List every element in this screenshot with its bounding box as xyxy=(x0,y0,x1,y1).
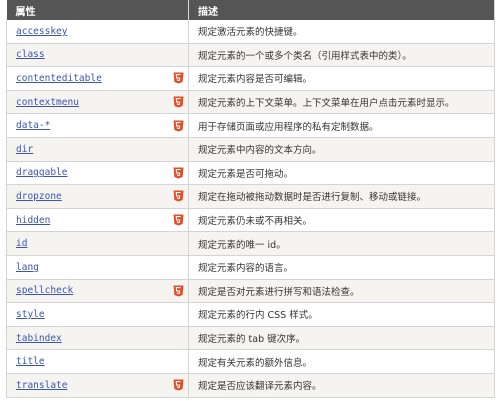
header-row: 属性 描述 xyxy=(6,0,495,20)
table-row: style 规定元素的行内 CSS 样式。 xyxy=(6,302,495,327)
description-cell: 规定有关元素的额外信息。 xyxy=(188,349,495,374)
attribute-link[interactable]: id xyxy=(16,238,27,249)
table-body: accesskey 规定激活元素的快捷键。 class 规定元素的一个或多个类名（引用… xyxy=(6,20,495,398)
attribute-link[interactable]: draggable xyxy=(16,167,67,178)
attribute-link[interactable]: accesskey xyxy=(16,26,67,37)
table-row: data-* 用于存储页面或应用程序的私有定制数据。 xyxy=(6,113,495,138)
table-row: spellcheck 规定是否对元素进行拼写和语法检查。 xyxy=(6,279,495,304)
attribute-link[interactable]: style xyxy=(16,309,45,320)
html5-icon xyxy=(173,285,184,297)
table-row: draggable 规定元素是否可拖动。 xyxy=(6,161,495,186)
description-cell: 规定元素的 tab 键次序。 xyxy=(188,326,495,351)
html5-icon xyxy=(173,120,184,132)
attribute-cell: draggable xyxy=(6,161,189,186)
table-row: class 规定元素的一个或多个类名（引用样式表中的类）。 xyxy=(6,43,495,68)
attribute-link[interactable]: dir xyxy=(16,144,33,155)
attribute-link[interactable]: contenteditable xyxy=(16,73,102,84)
attributes-table: 属性 描述 accesskey 规定激活元素的快捷键。 class 规定元素的一个或多… xyxy=(6,0,495,398)
attribute-link[interactable]: tabindex xyxy=(16,333,62,344)
html5-icon xyxy=(173,96,184,108)
attribute-link[interactable]: spellcheck xyxy=(16,285,73,296)
description-cell: 规定元素内容是否可编辑。 xyxy=(188,66,495,91)
table-row: contenteditable 规定元素内容是否可编辑。 xyxy=(6,66,495,91)
attribute-link[interactable]: contextmenu xyxy=(16,97,79,108)
description-cell: 规定元素中内容的文本方向。 xyxy=(188,137,495,162)
description-cell: 规定元素的唯一 id。 xyxy=(188,231,495,256)
table-header: 属性 描述 xyxy=(6,0,495,20)
attribute-link[interactable]: dropzone xyxy=(16,191,62,202)
attribute-link[interactable]: translate xyxy=(16,380,67,391)
attribute-cell: style xyxy=(6,302,189,327)
attribute-cell: translate xyxy=(6,373,189,398)
table-row: contextmenu 规定元素的上下文菜单。上下文菜单在用户点击元素时显示。 xyxy=(6,90,495,115)
description-cell: 规定元素是否可拖动。 xyxy=(188,161,495,186)
attribute-link[interactable]: class xyxy=(16,49,45,60)
attribute-cell: accesskey xyxy=(6,20,189,44)
header-attribute: 属性 xyxy=(6,0,189,20)
header-description: 描述 xyxy=(188,0,495,20)
attribute-link[interactable]: hidden xyxy=(16,215,50,226)
description-cell: 规定是否应该翻译元素内容。 xyxy=(188,373,495,398)
attribute-cell: tabindex xyxy=(6,326,189,351)
description-cell: 规定是否对元素进行拼写和语法检查。 xyxy=(188,279,495,304)
attribute-link[interactable]: data-* xyxy=(16,120,50,131)
attribute-link[interactable]: lang xyxy=(16,262,39,273)
description-cell: 规定在拖动被拖动数据时是否进行复制、移动或链接。 xyxy=(188,184,495,209)
attribute-cell: data-* xyxy=(6,113,189,138)
description-cell: 规定元素的上下文菜单。上下文菜单在用户点击元素时显示。 xyxy=(188,90,495,115)
table-row: tabindex 规定元素的 tab 键次序。 xyxy=(6,326,495,351)
description-cell: 规定元素的一个或多个类名（引用样式表中的类）。 xyxy=(188,43,495,68)
attribute-cell: id xyxy=(6,231,189,256)
table-row: dir 规定元素中内容的文本方向。 xyxy=(6,137,495,162)
attribute-link[interactable]: title xyxy=(16,356,45,367)
html5-icon xyxy=(173,167,184,179)
description-cell: 规定激活元素的快捷键。 xyxy=(188,20,495,44)
table-row: accesskey 规定激活元素的快捷键。 xyxy=(6,20,495,44)
attribute-cell: dir xyxy=(6,137,189,162)
description-cell: 规定元素内容的语言。 xyxy=(188,255,495,280)
attribute-cell: lang xyxy=(6,255,189,280)
table-row: dropzone 规定在拖动被拖动数据时是否进行复制、移动或链接。 xyxy=(6,184,495,209)
attribute-cell: contextmenu xyxy=(6,90,189,115)
attribute-cell: dropzone xyxy=(6,184,189,209)
html5-icon xyxy=(173,72,184,84)
html5-icon xyxy=(173,214,184,226)
html5-icon xyxy=(173,379,184,391)
description-cell: 用于存储页面或应用程序的私有定制数据。 xyxy=(188,113,495,138)
table-row: id 规定元素的唯一 id。 xyxy=(6,231,495,256)
attribute-cell: hidden xyxy=(6,208,189,233)
description-cell: 规定元素仍未或不再相关。 xyxy=(188,208,495,233)
html5-icon xyxy=(173,190,184,202)
table-row: translate 规定是否应该翻译元素内容。 xyxy=(6,373,495,398)
attribute-cell: spellcheck xyxy=(6,279,189,304)
attribute-cell: contenteditable xyxy=(6,66,189,91)
table-row: lang 规定元素内容的语言。 xyxy=(6,255,495,280)
table-row: hidden 规定元素仍未或不再相关。 xyxy=(6,208,495,233)
description-cell: 规定元素的行内 CSS 样式。 xyxy=(188,302,495,327)
attribute-cell: class xyxy=(6,43,189,68)
table-row: title 规定有关元素的额外信息。 xyxy=(6,349,495,374)
attribute-cell: title xyxy=(6,349,189,374)
